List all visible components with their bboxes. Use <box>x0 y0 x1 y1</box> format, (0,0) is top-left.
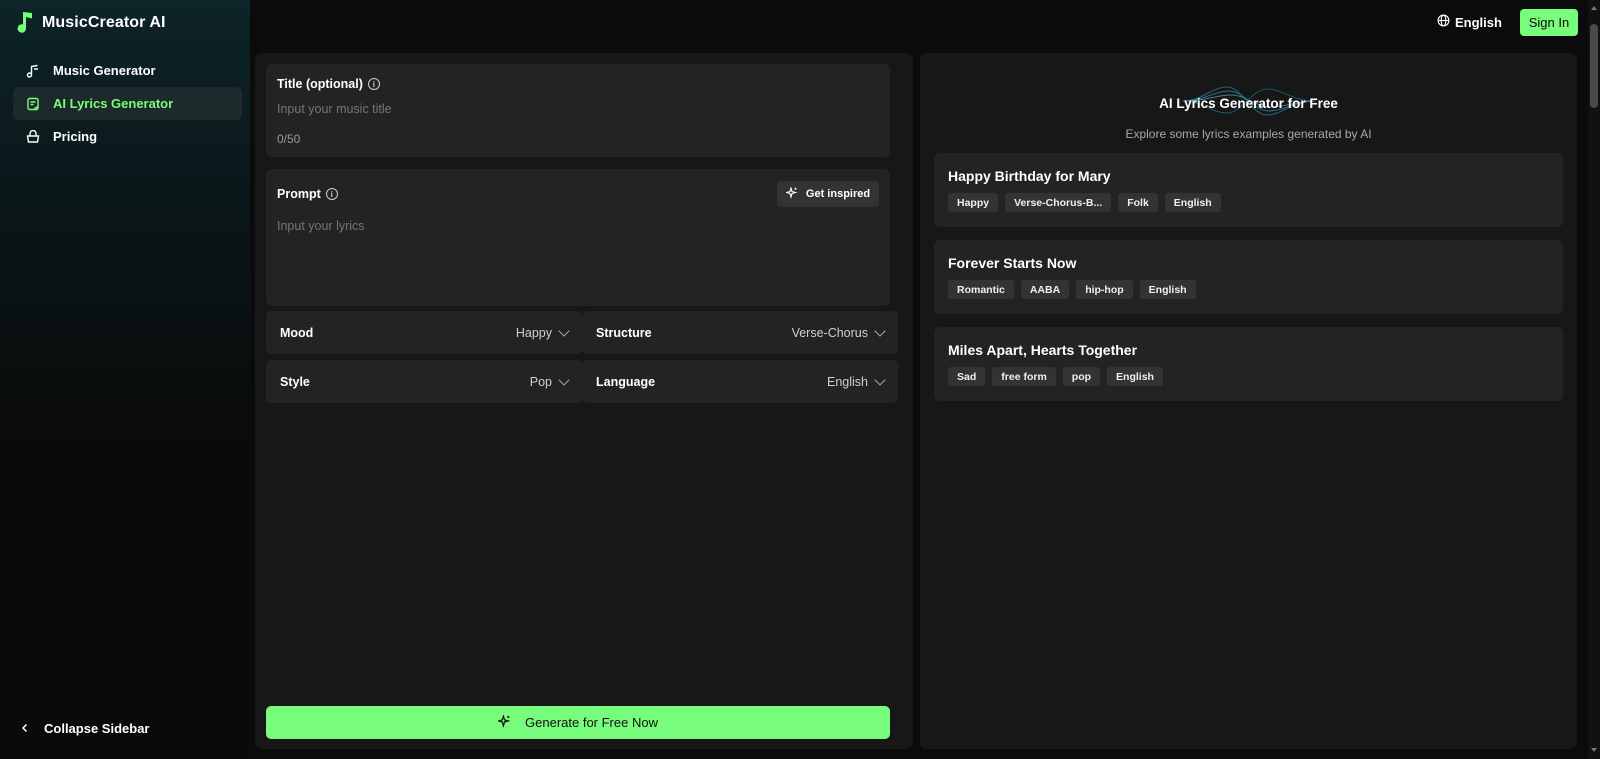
scroll-down-arrow-icon[interactable] <box>1591 748 1597 752</box>
music-note-icon <box>25 63 41 79</box>
get-inspired-label: Get inspired <box>805 188 871 200</box>
sidebar-item-label: Music Generator <box>53 63 156 78</box>
tag: Romantic <box>948 280 1014 299</box>
mood-label: Mood <box>280 325 314 340</box>
title-char-counter: 0/50 <box>277 132 301 146</box>
chevron-left-icon <box>20 721 30 736</box>
example-card[interactable]: Happy Birthday for Mary Happy Verse-Chor… <box>934 153 1563 227</box>
chevron-down-icon <box>874 324 886 337</box>
prompt-textarea[interactable] <box>277 219 877 294</box>
structure-label: Structure <box>596 325 652 340</box>
scroll-up-arrow-icon[interactable] <box>1591 6 1597 10</box>
chevron-down-icon <box>558 324 570 337</box>
prompt-label: Prompt <box>277 187 321 201</box>
sidebar-nav: Music Generator AI Lyrics Generator Pric… <box>13 54 242 153</box>
info-icon[interactable]: i <box>367 78 380 90</box>
title-card: Title (optional) i 0/50 <box>266 64 890 157</box>
sidebar-item-label: AI Lyrics Generator <box>53 96 174 111</box>
language-value-group: English <box>827 373 886 389</box>
structure-value: Verse-Chorus <box>791 325 868 340</box>
app: MusicCreator AI Music Generator AI Lyric… <box>0 0 1600 759</box>
tag: English <box>1164 193 1221 212</box>
prompt-label-row: Prompt i <box>277 187 338 201</box>
mood-value-group: Happy <box>515 324 570 340</box>
page-scrollbar[interactable] <box>1588 0 1600 759</box>
tag: English <box>1107 367 1163 386</box>
collapse-sidebar-button[interactable]: Collapse Sidebar <box>20 718 149 738</box>
style-select[interactable]: Style Pop <box>266 360 582 403</box>
sidebar-item-ai-lyrics-generator[interactable]: AI Lyrics Generator <box>13 87 242 120</box>
prompt-card: Prompt i Get inspired <box>266 169 890 306</box>
tag: free form <box>992 367 1056 386</box>
style-value-group: Pop <box>529 373 570 389</box>
tag: Verse-Chorus-B... <box>1005 193 1112 212</box>
brand-name: MusicCreator AI <box>42 14 166 31</box>
language-value: English <box>827 374 868 389</box>
examples-title: AI Lyrics Generator for Free <box>1159 96 1338 111</box>
sidebar-item-pricing[interactable]: Pricing <box>13 120 242 153</box>
chevron-down-icon <box>558 373 570 386</box>
examples-subtitle: Explore some lyrics examples generated b… <box>1125 127 1372 141</box>
lyrics-form-panel: Title (optional) i 0/50 Prompt i Get ins… <box>255 53 913 749</box>
example-title: Happy Birthday for Mary <box>948 168 1111 184</box>
title-label: Title (optional) <box>277 77 363 91</box>
tag: Happy <box>948 193 999 212</box>
title-label-row: Title (optional) i <box>277 77 380 91</box>
mood-select[interactable]: Mood Happy <box>266 311 582 354</box>
example-title: Miles Apart, Hearts Together <box>948 342 1138 358</box>
sparkle-icon <box>784 185 798 202</box>
tag: pop <box>1062 367 1101 386</box>
music-note-logo-icon <box>14 9 34 38</box>
structure-value-group: Verse-Chorus <box>791 324 886 340</box>
example-card[interactable]: Miles Apart, Hearts Together Sad free fo… <box>934 327 1563 401</box>
example-title: Forever Starts Now <box>948 255 1077 271</box>
collapse-sidebar-label: Collapse Sidebar <box>44 720 150 736</box>
examples-panel: AI Lyrics Generator for Free Explore som… <box>920 53 1577 749</box>
sign-in-button[interactable]: Sign In <box>1520 9 1578 36</box>
info-icon[interactable]: i <box>325 188 338 200</box>
title-input[interactable] <box>277 100 877 118</box>
sidebar-item-music-generator[interactable]: Music Generator <box>13 54 242 87</box>
get-inspired-button[interactable]: Get inspired <box>777 181 879 207</box>
tag: English <box>1139 280 1196 299</box>
document-icon <box>25 96 41 112</box>
tag: AABA <box>1020 280 1070 299</box>
sidebar-item-label: Pricing <box>53 129 98 144</box>
generate-label: Generate for Free Now <box>525 715 658 730</box>
example-tags: Romantic AABA hip-hop English <box>948 280 1549 299</box>
tag: Folk <box>1118 193 1158 212</box>
language-selector[interactable]: English <box>1437 12 1502 32</box>
language-label: Language <box>596 374 656 389</box>
sidebar: MusicCreator AI Music Generator AI Lyric… <box>0 0 250 759</box>
style-label: Style <box>280 374 310 389</box>
structure-select[interactable]: Structure Verse-Chorus <box>582 311 898 354</box>
example-tags: Sad free form pop English <box>948 367 1549 386</box>
basket-icon <box>25 129 41 145</box>
language-select[interactable]: Language English <box>582 360 898 403</box>
generate-button[interactable]: Generate for Free Now <box>266 706 890 739</box>
chevron-down-icon <box>874 373 886 386</box>
tag: hip-hop <box>1076 280 1133 299</box>
brand-logo[interactable]: MusicCreator AI <box>14 10 166 36</box>
mood-value: Happy <box>515 325 552 340</box>
sparkle-icon <box>496 713 511 731</box>
example-tags: Happy Verse-Chorus-B... Folk English <box>948 193 1549 212</box>
language-label: English <box>1455 14 1502 30</box>
globe-icon <box>1437 14 1450 30</box>
style-value: Pop <box>529 374 552 389</box>
tag: Sad <box>948 367 986 386</box>
scrollbar-thumb[interactable] <box>1590 24 1598 108</box>
example-card[interactable]: Forever Starts Now Romantic AABA hip-hop… <box>934 240 1563 314</box>
